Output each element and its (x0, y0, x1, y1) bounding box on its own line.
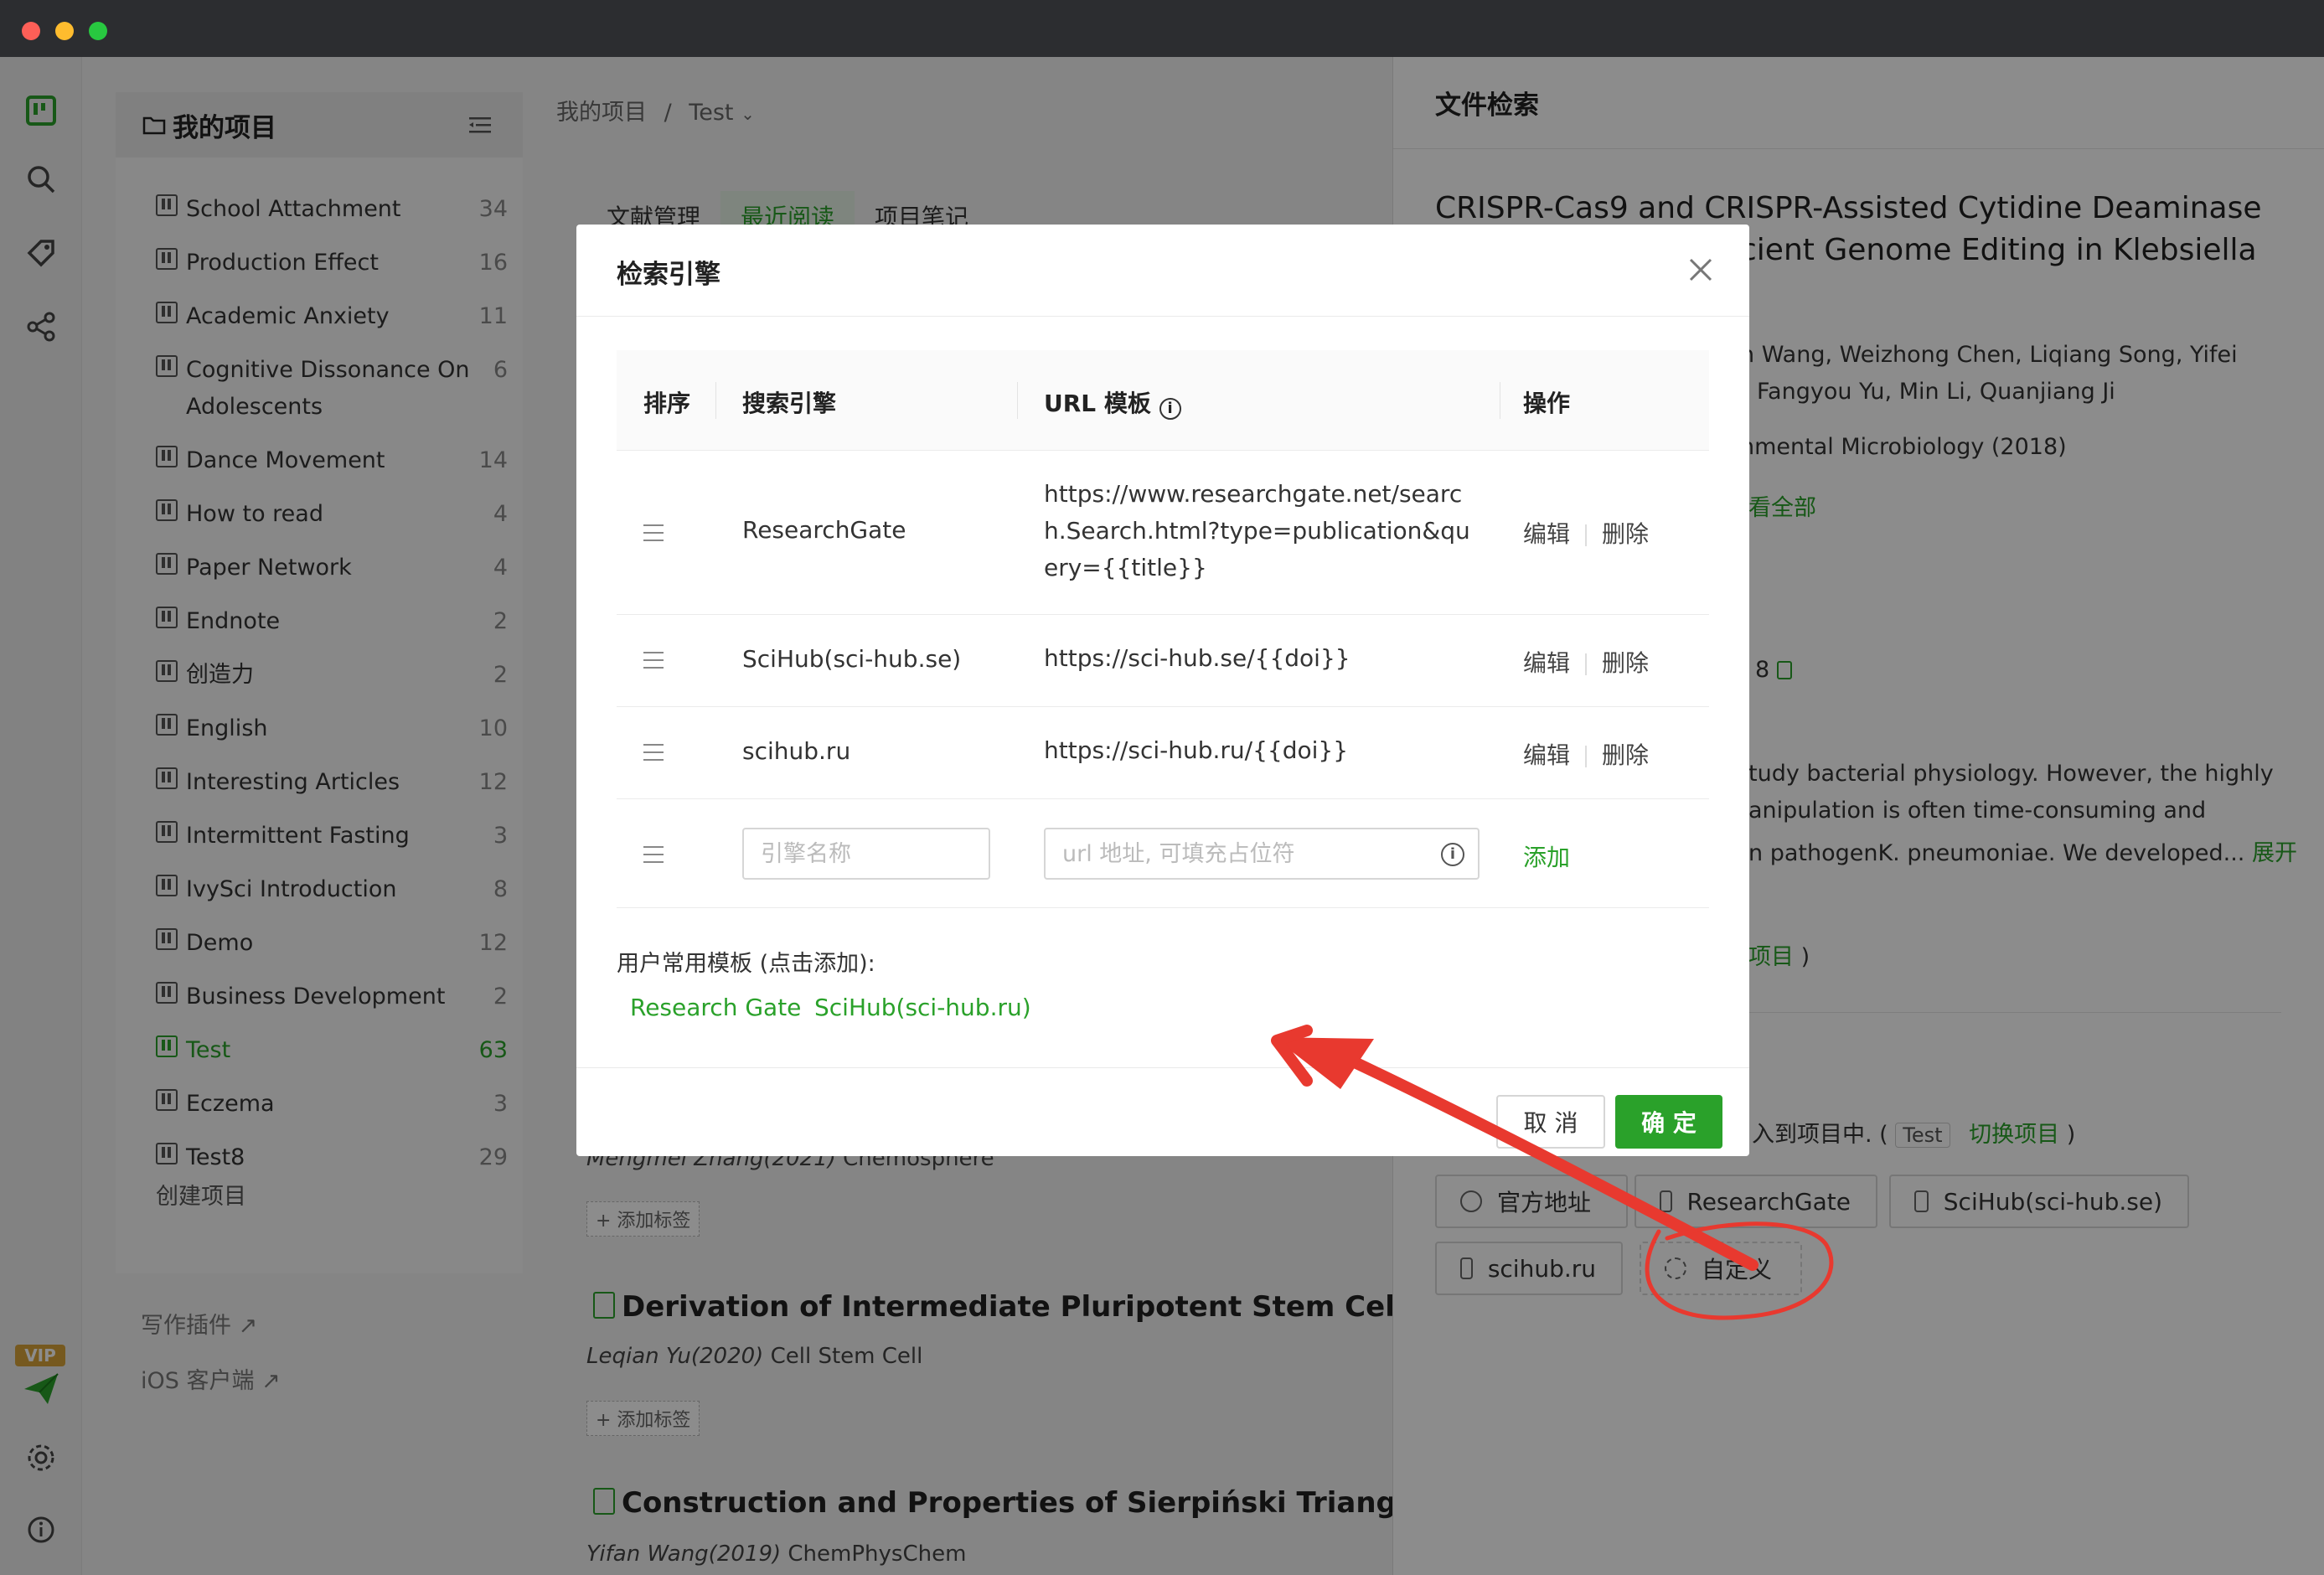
engine-name: SciHub(sci-hub.se) (742, 645, 962, 673)
zoom-window-button[interactable] (89, 22, 107, 40)
drag-handle-icon[interactable] (643, 744, 664, 761)
engine-name: ResearchGate (742, 516, 906, 544)
column-url: URL 模板 i (1044, 385, 1181, 420)
template-scihub-ru[interactable]: SciHub(sci-hub.ru) (814, 994, 1031, 1021)
engine-url: https://sci-hub.se/{{doi}} (1044, 644, 1351, 672)
dialog-footer: 取 消 确 定 (576, 1067, 1749, 1156)
cancel-button[interactable]: 取 消 (1496, 1095, 1605, 1149)
template-researchgate[interactable]: Research Gate (630, 994, 801, 1021)
drag-handle-icon[interactable] (643, 524, 664, 541)
edit-button[interactable]: 编辑 (1523, 649, 1570, 677)
close-window-button[interactable] (22, 22, 40, 40)
table-row: ResearchGate https://www.researchgate.ne… (617, 451, 1709, 615)
delete-button[interactable]: 删除 (1602, 741, 1649, 769)
delete-button[interactable]: 删除 (1602, 649, 1649, 677)
engine-url: https://www.researchgate.net/search.Sear… (1044, 480, 1470, 581)
column-order: 排序 (643, 390, 691, 417)
new-engine-row: i 添加 (617, 799, 1709, 908)
row-actions: 编辑 删除 (1523, 516, 1649, 550)
table-header: 排序 搜索引擎 URL 模板 i 操作 (617, 350, 1709, 451)
drag-handle-icon[interactable] (643, 846, 664, 863)
dialog-title: 检索引擎 (576, 225, 1749, 317)
edit-button[interactable]: 编辑 (1523, 520, 1570, 548)
confirm-button[interactable]: 确 定 (1615, 1095, 1722, 1149)
info-icon[interactable]: i (1441, 843, 1464, 866)
column-action: 操作 (1523, 390, 1571, 417)
delete-button[interactable]: 删除 (1602, 520, 1649, 548)
window-titlebar (0, 0, 2324, 57)
engine-name-input[interactable] (742, 828, 990, 880)
drag-handle-icon[interactable] (643, 652, 664, 669)
close-icon[interactable] (1686, 255, 1716, 285)
minimize-window-button[interactable] (55, 22, 74, 40)
row-actions: 编辑 删除 (1523, 737, 1649, 771)
row-actions: 编辑 删除 (1523, 645, 1649, 679)
engine-url-input[interactable] (1044, 828, 1480, 880)
engine-url: https://sci-hub.ru/{{doi}} (1044, 736, 1349, 764)
engine-name: scihub.ru (742, 737, 851, 765)
templates-label: 用户常用模板 (点击添加): (617, 951, 875, 977)
table-row: SciHub(sci-hub.se) https://sci-hub.se/{{… (617, 615, 1709, 707)
table-row: scihub.ru https://sci-hub.ru/{{doi}} 编辑 删… (617, 707, 1709, 799)
column-engine: 搜索引擎 (742, 390, 837, 417)
edit-button[interactable]: 编辑 (1523, 741, 1570, 769)
search-engine-dialog: 检索引擎 排序 搜索引擎 URL 模板 i 操作 ResearchGate ht… (576, 225, 1749, 1156)
add-engine-button[interactable]: 添加 (1523, 839, 1570, 873)
info-icon[interactable]: i (1159, 398, 1181, 420)
